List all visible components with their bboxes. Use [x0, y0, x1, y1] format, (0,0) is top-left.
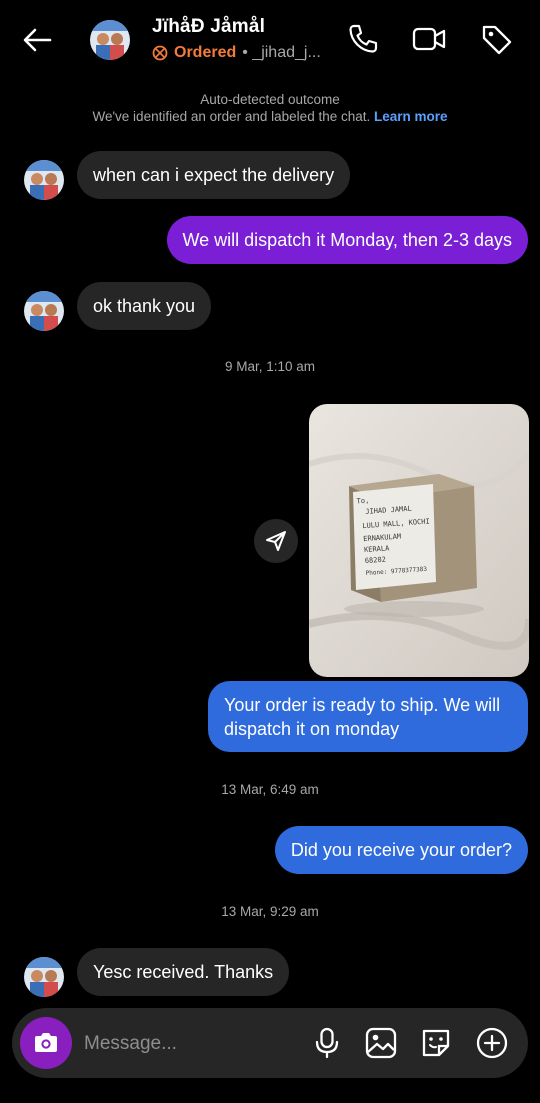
message-bubble-incoming[interactable]: Yesc received. Thanks: [77, 948, 290, 996]
contact-name[interactable]: JïhåĐ Jåmål: [152, 16, 265, 38]
order-status-label: Ordered: [174, 44, 237, 61]
contact-handle: • _jihad_j...: [242, 44, 321, 61]
sender-avatar[interactable]: [24, 957, 64, 997]
package-label-line: To,: [356, 497, 369, 506]
camera-button[interactable]: [20, 1017, 72, 1069]
sender-avatar[interactable]: [24, 291, 64, 331]
timestamp: 9 Mar, 1:10 am: [224, 359, 316, 374]
camera-icon: [35, 1033, 57, 1052]
message-bubble-outgoing[interactable]: We will dispatch it Monday, then 2-3 day…: [166, 216, 528, 264]
message-bubble-outgoing[interactable]: Did you receive your order?: [274, 826, 528, 874]
timestamp: 13 Mar, 6:49 am: [221, 782, 319, 797]
order-status-icon: [152, 45, 168, 61]
video-call-button[interactable]: [412, 22, 446, 56]
sender-avatar[interactable]: [24, 160, 64, 200]
plus-icon: [476, 1027, 508, 1059]
back-arrow-icon: [23, 28, 52, 52]
message-text-line: Your order is ready to ship. We will: [224, 695, 501, 715]
avatar-image: [24, 160, 64, 200]
back-button[interactable]: [20, 22, 56, 58]
gallery-button[interactable]: [364, 1026, 398, 1060]
avatar-image: [24, 291, 64, 331]
message-input[interactable]: Message...: [84, 1033, 177, 1055]
voice-message-button[interactable]: [310, 1026, 344, 1060]
avatar-image: [90, 20, 130, 60]
message-bubble-incoming[interactable]: ok thank you: [77, 282, 212, 330]
contact-subtitle[interactable]: Ordered • _jihad_j...: [152, 44, 321, 62]
share-button[interactable]: [254, 519, 298, 563]
call-button[interactable]: [346, 22, 380, 56]
notice-title: Auto-detected outcome: [200, 92, 340, 107]
notice-text: We've identified an order and labeled th…: [92, 109, 371, 124]
phone-icon: [349, 24, 378, 53]
message-text-line: dispatch it on monday: [224, 719, 400, 739]
video-icon: [412, 27, 446, 51]
label-button[interactable]: [480, 22, 514, 56]
sticker-button[interactable]: [419, 1026, 453, 1060]
avatar-image: [24, 957, 64, 997]
contact-avatar[interactable]: [90, 20, 130, 60]
message-bubble-outgoing[interactable]: Your order is ready to ship. We will dis…: [208, 681, 528, 752]
learn-more-link[interactable]: Learn more: [374, 109, 448, 124]
timestamp: 13 Mar, 9:29 am: [221, 904, 319, 919]
more-options-button[interactable]: [475, 1026, 509, 1060]
message-bubble-incoming[interactable]: when can i expect the delivery: [77, 151, 351, 199]
tag-icon: [482, 25, 512, 55]
microphone-icon: [315, 1027, 339, 1059]
package-label-line: 68202: [365, 556, 387, 565]
gallery-icon: [365, 1027, 397, 1059]
photo-message[interactable]: To, JIHAD JAMAL LULU MALL, KOCHI ERNAKUL…: [309, 404, 529, 677]
package-photo: To, JIHAD JAMAL LULU MALL, KOCHI ERNAKUL…: [309, 404, 529, 677]
sticker-icon: [422, 1029, 450, 1057]
auto-detected-notice: Auto-detected outcome We've identified a…: [0, 91, 540, 125]
share-icon: [266, 531, 286, 551]
